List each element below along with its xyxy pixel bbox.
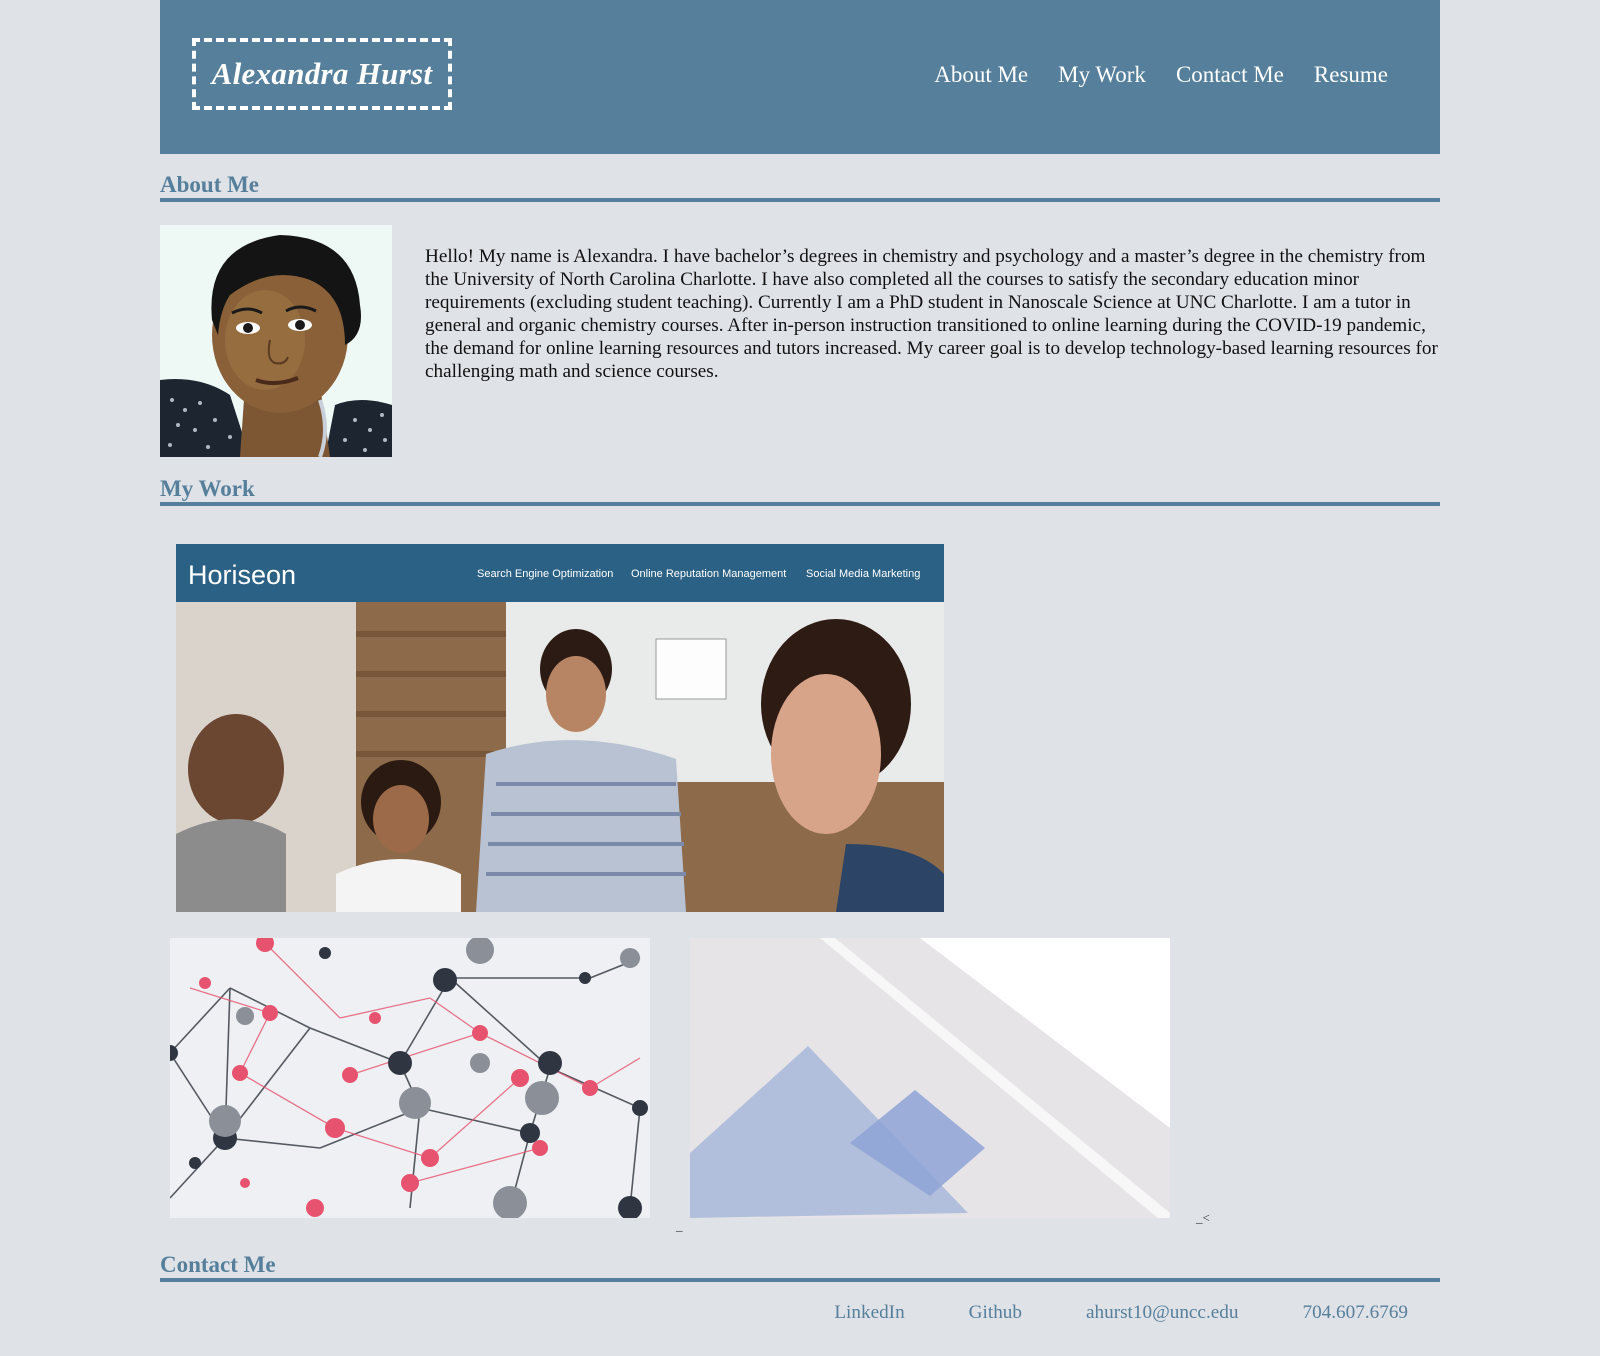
contact-links: LinkedIn Github ahurst10@uncc.edu 704.60… — [834, 1302, 1408, 1324]
work-heading: My Work — [160, 476, 1440, 506]
horiseon-brand: Horiseon — [188, 560, 296, 590]
nav-about-me[interactable]: About Me — [934, 62, 1028, 88]
horiseon-nav-orm: Online Reputation Management — [631, 568, 786, 580]
profile-photo — [160, 225, 392, 457]
project-geometric[interactable] — [690, 938, 1170, 1218]
site-header: Alexandra Hurst About Me My Work Contact… — [160, 0, 1440, 154]
stray-mark-2: _< — [1196, 1210, 1210, 1225]
github-link[interactable]: Github — [969, 1302, 1022, 1324]
about-paragraph: Hello! My name is Alexandra. I have bach… — [425, 246, 1438, 382]
logo-box[interactable]: Alexandra Hurst — [192, 38, 452, 110]
email-link[interactable]: ahurst10@uncc.edu — [1086, 1302, 1238, 1324]
nav-resume[interactable]: Resume — [1314, 62, 1388, 88]
nav-contact-me[interactable]: Contact Me — [1176, 62, 1284, 88]
phone-link[interactable]: 704.607.6769 — [1302, 1302, 1408, 1324]
project-network[interactable] — [170, 938, 650, 1218]
site-name[interactable]: Alexandra Hurst — [212, 56, 433, 92]
project-horiseon[interactable]: Horiseon Search Engine Optimization Onli… — [176, 544, 944, 912]
horiseon-nav-seo: Search Engine Optimization — [477, 568, 613, 580]
about-heading: About Me — [160, 172, 1440, 202]
linkedin-link[interactable]: LinkedIn — [834, 1302, 904, 1324]
contact-heading: Contact Me — [160, 1252, 1440, 1282]
horiseon-nav-smm: Social Media Marketing — [806, 568, 920, 580]
main-nav: About Me My Work Contact Me Resume — [934, 62, 1388, 88]
stray-mark-1: _ — [676, 1218, 683, 1233]
nav-my-work[interactable]: My Work — [1058, 62, 1146, 88]
